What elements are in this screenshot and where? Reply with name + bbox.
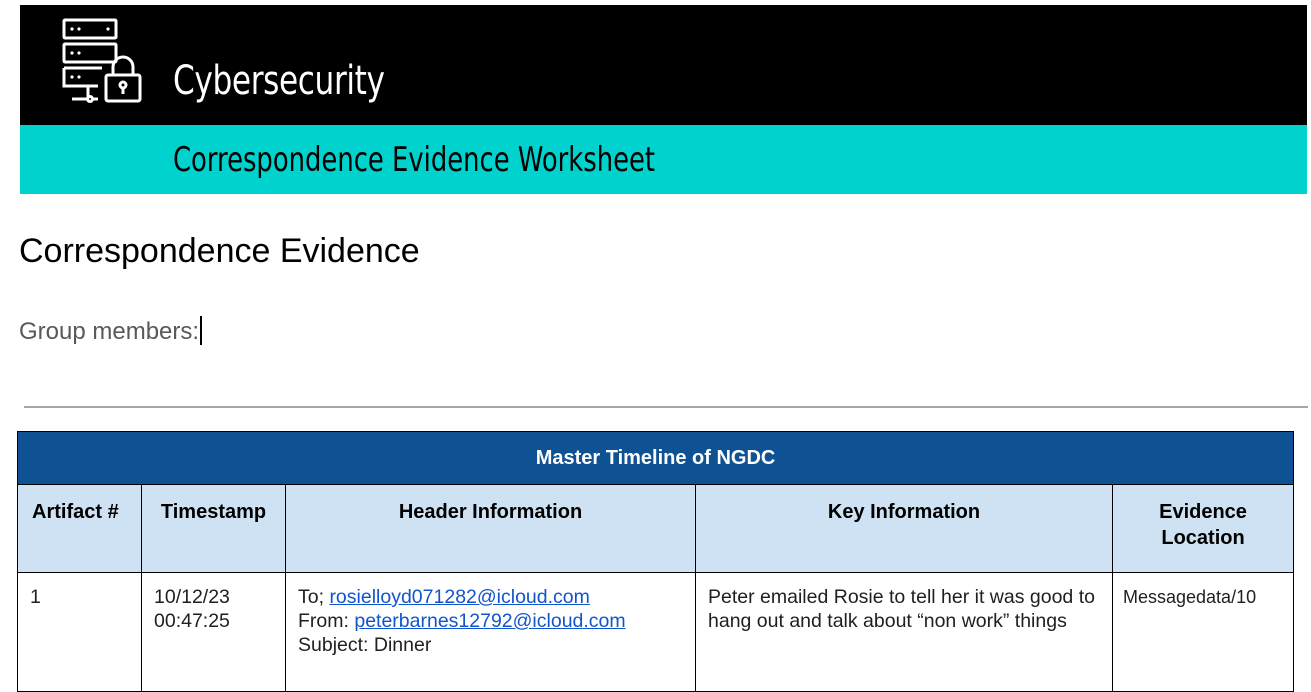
server-lock-icon bbox=[62, 18, 142, 103]
group-members-label: Group members: bbox=[19, 318, 200, 345]
header-information-cell[interactable]: To; rosielloyd071282@icloud.com From: pe… bbox=[285, 572, 696, 692]
table-title: Master Timeline of NGDC bbox=[16, 431, 1295, 485]
column-header-artifact: Artifact # bbox=[17, 484, 142, 573]
horizontal-rule bbox=[24, 406, 1308, 408]
header-banner: Cybersecurity bbox=[20, 5, 1307, 125]
column-header-key-information: Key Information bbox=[695, 484, 1113, 573]
banner-title: Cybersecurity bbox=[173, 58, 385, 104]
timestamp-cell[interactable]: 10/12/23 00:47:25 bbox=[141, 572, 286, 692]
master-timeline-table: Master Timeline of NGDC Artifact # Times… bbox=[16, 431, 1295, 692]
page-heading: Correspondence Evidence bbox=[19, 232, 420, 270]
group-members-line[interactable]: Group members: bbox=[19, 316, 203, 348]
text-cursor bbox=[200, 316, 203, 345]
from-label: From: bbox=[298, 610, 355, 632]
column-header-header-information: Header Information bbox=[285, 484, 696, 573]
timestamp-date: 10/12/23 bbox=[154, 586, 230, 608]
subtitle-banner: Correspondence Evidence Worksheet bbox=[20, 125, 1307, 194]
worksheet-title: Correspondence Evidence Worksheet bbox=[173, 140, 656, 180]
evidence-location-cell[interactable]: Messagedata/10 bbox=[1111, 572, 1295, 692]
table-row: 1 10/12/23 00:47:25 To; rosielloyd071282… bbox=[17, 572, 1295, 692]
column-header-timestamp: Timestamp bbox=[141, 484, 286, 573]
artifact-cell[interactable]: 1 bbox=[17, 572, 142, 692]
to-email-link[interactable]: rosielloyd071282@icloud.com bbox=[329, 586, 589, 608]
key-information-cell[interactable]: Peter emailed Rosie to tell her it was g… bbox=[695, 572, 1113, 692]
from-email-link[interactable]: peterbarnes12792@icloud.com bbox=[354, 610, 625, 632]
timestamp-time: 00:47:25 bbox=[154, 610, 230, 632]
column-header-evidence-location: Evidence Location bbox=[1111, 484, 1295, 573]
to-label: To; bbox=[298, 586, 330, 608]
subject-line: Subject: Dinner bbox=[298, 634, 432, 656]
